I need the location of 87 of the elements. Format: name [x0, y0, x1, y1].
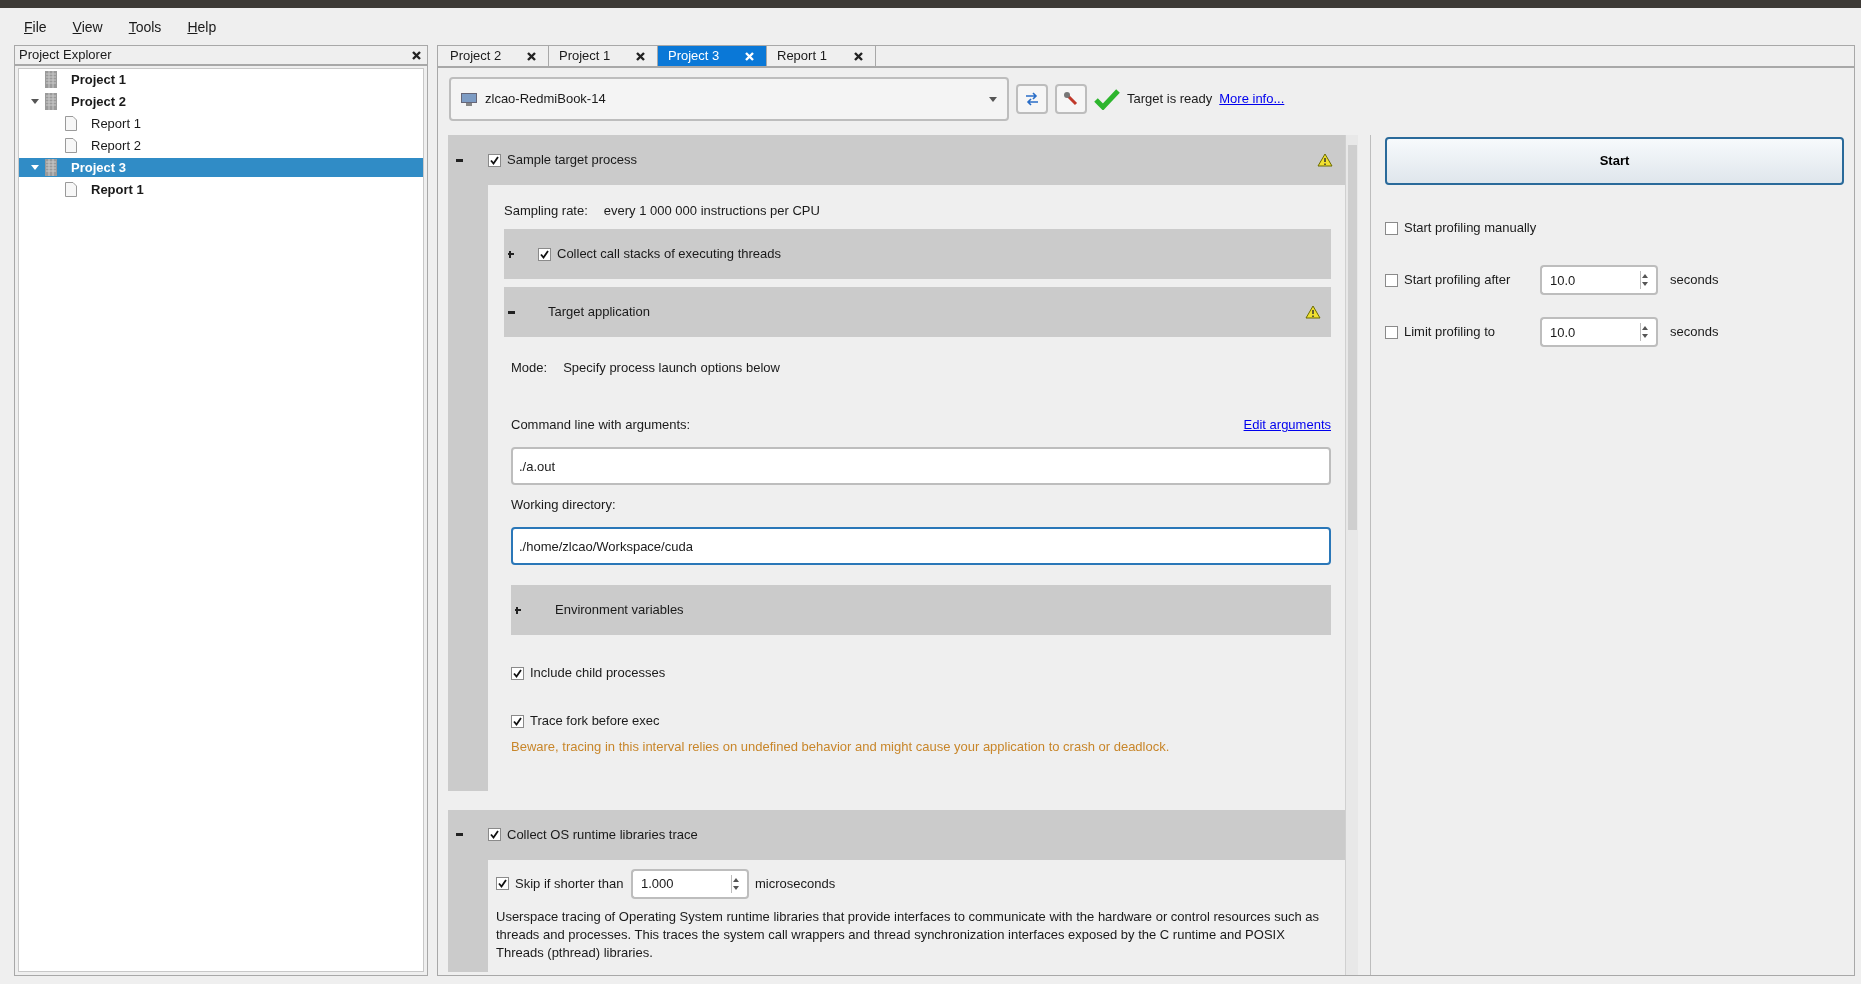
field-label: Command line with arguments:	[511, 416, 691, 435]
panel-title: Project Explorer	[19, 46, 112, 65]
caret-icon	[989, 96, 997, 102]
arrows-icon	[1024, 92, 1040, 106]
tab-label: Project 2	[450, 47, 502, 66]
checkbox-label: Limit profiling to	[1404, 323, 1497, 342]
subsection-title: Environment variables	[555, 601, 685, 620]
warning-text: Beware, tracing in this interval relies on undefined behavior and might cause your application to crash or deadlock.	[511, 738, 1171, 756]
section-header[interactable]: Sample target process	[448, 135, 1345, 185]
subsection-header[interactable]: Collect call stacks of executing threads	[504, 229, 1331, 279]
document-icon	[65, 182, 77, 197]
tree-item[interactable]: Project 3	[19, 158, 423, 177]
checkbox[interactable]	[511, 666, 524, 680]
wrench-icon	[1063, 91, 1079, 107]
subsection-header[interactable]: Environment variables	[511, 585, 1331, 635]
description-text: Userspace tracing of Operating System runtime libraries that provide interfaces to communicate with the hardware or control resources such as threads and processes. This traces the system call wrappers and thread synchronization interfaces exposed by the C runtime and POSIX Threads (pthread) libraries.	[496, 907, 1320, 962]
more-info-link[interactable]: More info...	[1219, 89, 1285, 109]
machine-dropdown[interactable]: zlcao-RedmiBook-14	[449, 77, 1009, 121]
expand-arrow-icon[interactable]	[31, 165, 39, 170]
field-value: every 1 000 000 instructions per CPU	[603, 202, 820, 221]
close-icon[interactable]	[636, 51, 645, 61]
expand-icon[interactable]	[515, 606, 521, 614]
checkbox[interactable]	[488, 828, 501, 841]
tab[interactable]: Project 3	[658, 46, 767, 66]
start-button[interactable]: Start	[1385, 137, 1844, 185]
field-label: Sampling rate:	[504, 202, 588, 221]
computer-icon	[461, 92, 477, 106]
status-text: Target is ready	[1127, 90, 1213, 109]
checkbox[interactable]	[496, 877, 509, 890]
swap-button[interactable]	[1016, 84, 1048, 114]
tab[interactable]: Report 1	[767, 46, 876, 66]
menu-item[interactable]: Help	[179, 16, 225, 38]
tab-label: Report 1	[777, 47, 827, 66]
section-title: Sample target process	[507, 151, 639, 170]
field-label: Working directory:	[511, 496, 617, 515]
checkbox[interactable]	[1385, 221, 1398, 235]
checkbox[interactable]	[538, 247, 551, 261]
checkbox[interactable]	[511, 714, 524, 728]
subsection-title: Target application	[548, 303, 651, 322]
scrollbar[interactable]	[1345, 135, 1358, 975]
text-field[interactable]: ./home/zlcao/Workspace/cuda	[511, 527, 1331, 565]
document-icon	[65, 138, 77, 153]
subsection-header[interactable]: Target application	[504, 287, 1331, 337]
checkmark-icon	[1094, 88, 1120, 110]
checkbox-label: Include child processes	[530, 664, 666, 683]
tree-item[interactable]: Report 2	[19, 136, 423, 155]
warning-icon	[1305, 305, 1321, 319]
checkbox[interactable]	[1385, 325, 1398, 339]
section-title: Collect OS runtime libraries trace	[507, 825, 699, 844]
tree-item[interactable]: Project 2	[19, 92, 423, 111]
project-icon	[45, 159, 57, 176]
section-header[interactable]: Collect OS runtime libraries trace	[448, 809, 1345, 860]
warning-icon	[1317, 153, 1333, 167]
project-icon	[45, 93, 57, 110]
tree-item[interactable]: Report 1	[19, 180, 423, 199]
unit-label: microseconds	[755, 874, 836, 893]
tab-label: Project 3	[668, 47, 720, 66]
edit-arguments-link[interactable]: Edit arguments	[1243, 415, 1331, 435]
tree-item[interactable]: Report 1	[19, 114, 423, 133]
tree-item[interactable]: Project 1	[19, 70, 423, 89]
field-label: Mode:	[511, 359, 548, 378]
close-icon[interactable]	[854, 51, 863, 61]
unit-label: seconds	[1670, 271, 1719, 290]
checkbox-label: Skip if shorter than	[515, 874, 625, 893]
menu-item[interactable]: File	[16, 16, 55, 38]
checkbox-label: Start profiling manually	[1404, 219, 1537, 238]
menu-item[interactable]: Tools	[120, 16, 170, 38]
collapse-icon[interactable]	[508, 310, 515, 314]
checkbox[interactable]	[1385, 273, 1398, 287]
checkbox-label: Trace fork before exec	[530, 712, 660, 731]
project-icon	[45, 71, 57, 88]
field-value: Specify process launch options below	[563, 359, 780, 378]
checkbox[interactable]	[488, 153, 501, 167]
unit-label: seconds	[1670, 323, 1719, 342]
expand-arrow-icon[interactable]	[31, 99, 39, 104]
close-icon[interactable]	[412, 50, 421, 60]
checkbox-label: Start profiling after	[1404, 271, 1512, 290]
text-field[interactable]: ./a.out	[511, 447, 1331, 485]
close-icon[interactable]	[527, 51, 536, 61]
collapse-icon[interactable]	[456, 158, 463, 162]
menu-item[interactable]: View	[64, 16, 111, 38]
configure-button[interactable]	[1055, 84, 1087, 114]
tab-label: Project 1	[559, 47, 611, 66]
expand-icon[interactable]	[508, 250, 514, 258]
tab[interactable]: Project 2	[440, 46, 549, 66]
document-icon	[65, 116, 77, 131]
subsection-title: Collect call stacks of executing threads	[557, 245, 782, 264]
